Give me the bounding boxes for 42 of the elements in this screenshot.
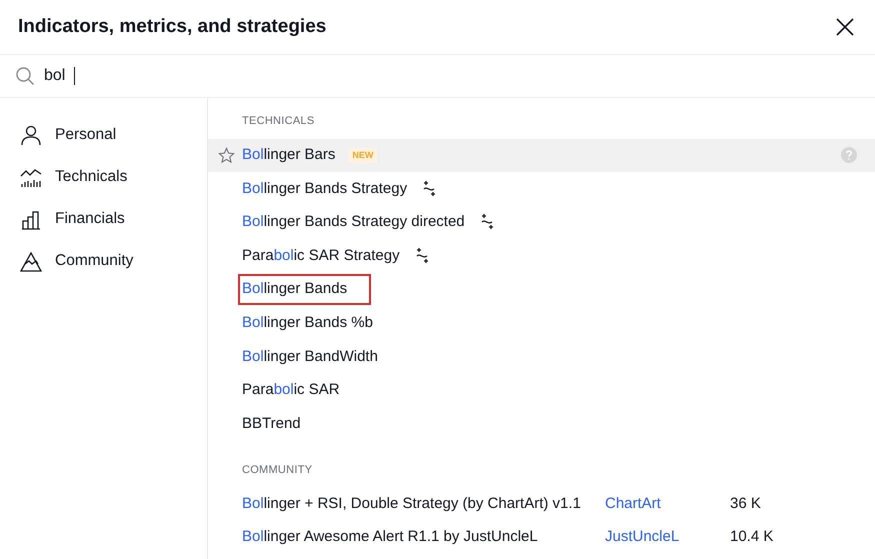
indicator-name: Parabolic SAR (241, 380, 341, 400)
indicator-row[interactable]: Bollinger Awesome Alert R1.1 by JustUncleL JustUncleL 10.4 K (208, 520, 875, 555)
indicator-row[interactable]: Bollinger BandWidth (208, 340, 875, 374)
indicator-row[interactable]: Parabolic SAR (208, 374, 875, 408)
author-link[interactable]: ChartArt (605, 492, 730, 516)
indicator-name: Parabolic SAR Strategy (241, 246, 401, 266)
close-button[interactable] (835, 17, 855, 37)
indicator-name: Bollinger Bars (241, 145, 336, 166)
window-title: Indicators, metrics, and strategies (18, 14, 326, 39)
section-heading: COMMUNITY (241, 462, 314, 478)
indicator-row[interactable]: Bollinger Bars NEW (208, 138, 875, 172)
indicator-name: Bollinger Bands Strategy (241, 178, 408, 199)
indicator-row[interactable]: Parabolic SAR Strategy (208, 239, 875, 273)
sidebar-item[interactable]: Personal (20, 114, 207, 156)
sidebar-item[interactable]: Financials (20, 198, 207, 240)
indicator-row[interactable]: BBTrend (208, 407, 875, 441)
mountain-icon (20, 250, 42, 272)
indicator-row[interactable]: Bollinger Bands Strategy (208, 172, 875, 206)
usage-count: 36 K (730, 494, 761, 514)
search-field[interactable]: bol (0, 55, 875, 98)
indicator-name: Bollinger + RSI, Double Strategy (by ChartArt) v1.1 (241, 494, 582, 514)
usage-count: 10.4 K (730, 527, 774, 548)
indicator-name: Bollinger Bands (238, 274, 372, 305)
indicator-name: Bollinger Bands %b (241, 313, 374, 334)
search-icon (15, 66, 35, 86)
star-icon[interactable] (218, 146, 234, 164)
indicator-row[interactable]: Bollinger Bands (208, 272, 875, 306)
indicator-name: BBTrend (241, 414, 302, 434)
indicator-row[interactable]: Bollinger Bands Strategy directed (208, 206, 875, 240)
section-heading: TECHNICALS (241, 114, 316, 129)
indicator-name: Bollinger BandWidth (241, 346, 379, 367)
new-badge: NEW (348, 148, 378, 164)
search-text: bol (44, 66, 66, 86)
close-icon (835, 17, 855, 37)
sidebar-item[interactable]: Technicals (20, 156, 207, 198)
person-icon (20, 124, 42, 146)
indicator-row[interactable]: Bollinger Bands %b (208, 306, 875, 340)
author-link[interactable]: JustUncleL (605, 526, 730, 549)
sidebar-item[interactable]: Community (20, 240, 207, 282)
indicator-name: Bollinger Awesome Alert R1.1 by JustUncleL (241, 527, 539, 548)
indicator-row[interactable]: Bollinger + RSI, Double Strategy (by ChartArt) v1.1 ChartArt 36 K (208, 487, 875, 521)
indicator-name: Bollinger Bands Strategy directed (241, 212, 466, 232)
